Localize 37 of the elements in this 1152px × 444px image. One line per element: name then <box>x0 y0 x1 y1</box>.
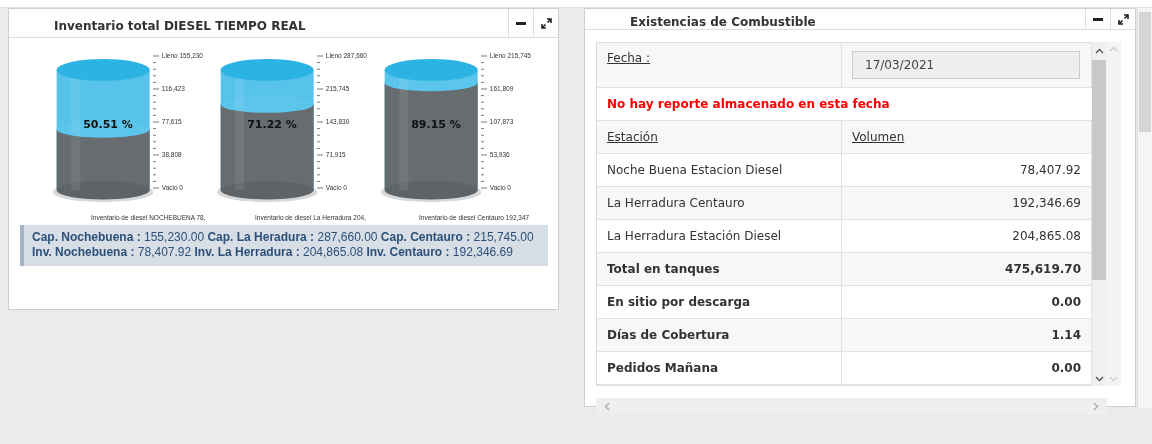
summary-line: Cap. Nochebuena : 155,230.00 Cap. La Heradura : 287,660.00 Cap. Centauro : 215,745.00 <box>32 230 535 245</box>
error-message: No hay reporte almacenado en esta fecha <box>606 96 891 113</box>
expand-icon <box>540 17 552 29</box>
volume-cell: 475,619.70 <box>1005 262 1081 276</box>
minus-icon <box>1093 17 1103 21</box>
scrollbar-thumb[interactable] <box>1139 12 1151 132</box>
station-cell: Pedidos Mañana <box>607 361 719 375</box>
column-header[interactable]: Estación <box>607 130 658 144</box>
summary-line: Inv. Nochebuena : 78,407.92 Inv. La Herradura : 204,865.08 Inv. Centauro : 192,346.69 <box>32 245 514 260</box>
page-scrollbar[interactable] <box>1137 8 1152 408</box>
tank-percent: 89.15 % <box>410 118 462 131</box>
horizontal-scrollbar[interactable] <box>596 398 1107 414</box>
station-cell: Total en tanques <box>607 262 720 276</box>
scrollbar-thumb[interactable] <box>1092 60 1107 280</box>
tank-percent: 50.51 % <box>82 118 134 131</box>
station-cell: Noche Buena Estacion Diesel <box>607 163 783 177</box>
date-label: Fecha : <box>607 51 651 65</box>
panel-title: Existencias de Combustible <box>629 14 817 29</box>
station-cell: La Herradura Centauro <box>607 196 745 210</box>
volume-cell: 0.00 <box>1051 361 1081 375</box>
station-cell: Días de Cobertura <box>607 328 730 342</box>
station-cell: La Herradura Estación Diesel <box>607 229 782 243</box>
tank-percent: 71.22 % <box>246 118 298 131</box>
scroll-right-icon[interactable] <box>1093 401 1099 411</box>
column-header[interactable]: Volumen <box>852 130 905 144</box>
date-field[interactable]: 17/03/2021 <box>852 51 1080 79</box>
volume-cell: 204,865.08 <box>1012 229 1081 243</box>
scroll-left-icon[interactable] <box>604 401 610 411</box>
volume-cell: 192,346.69 <box>1012 196 1081 210</box>
volume-cell: 1.14 <box>1051 328 1081 342</box>
volume-cell: 0.00 <box>1051 295 1081 309</box>
minus-icon <box>516 21 526 25</box>
volume-cell: 78,407.92 <box>1019 163 1081 177</box>
station-cell: En sitio por descarga <box>607 295 751 309</box>
panel-title: Inventario total DIESEL TIEMPO REAL <box>53 18 307 35</box>
vertical-scrollbar[interactable] <box>1092 42 1107 386</box>
expand-icon <box>1117 13 1129 25</box>
